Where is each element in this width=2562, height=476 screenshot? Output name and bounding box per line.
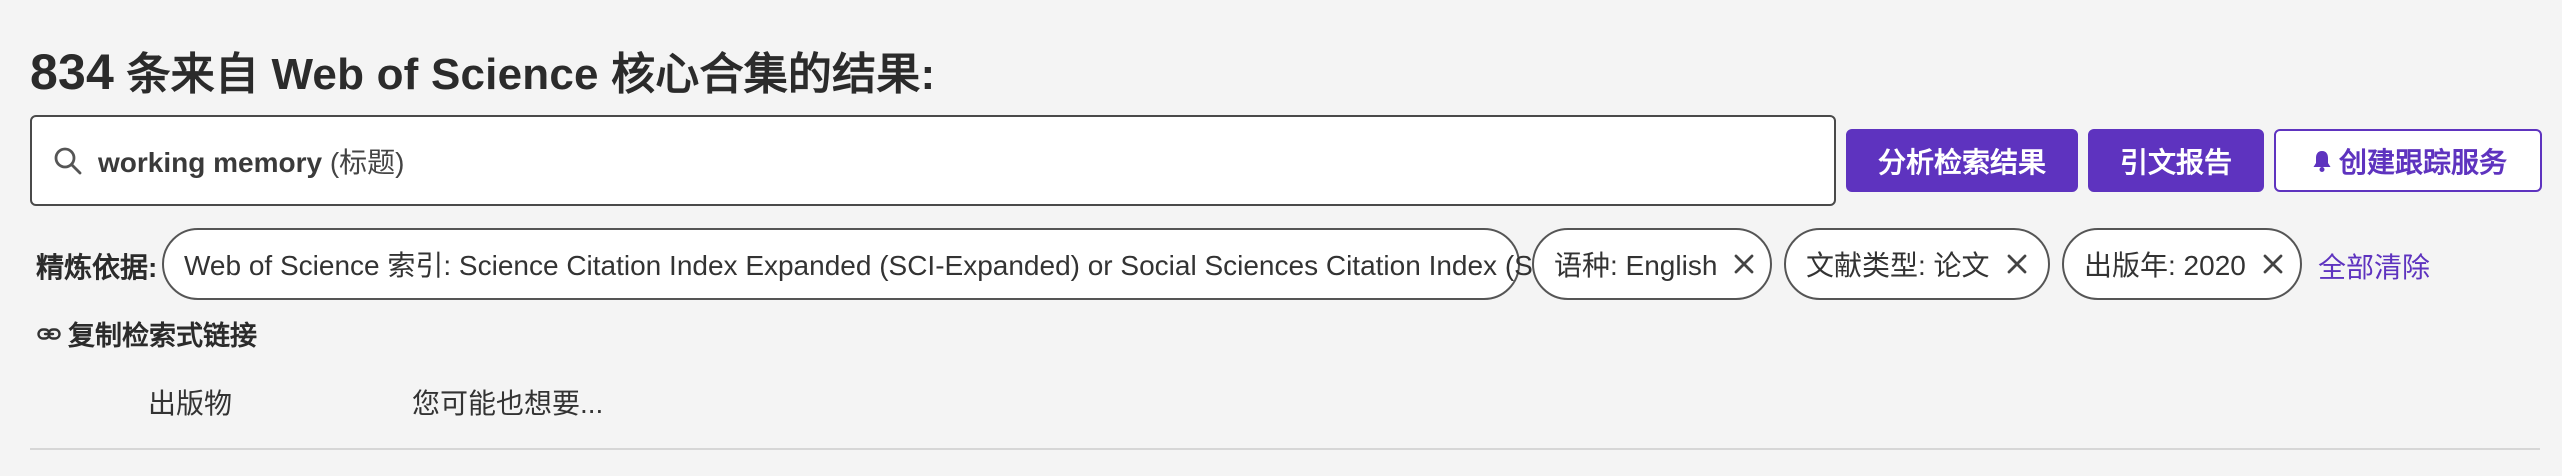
search-term: working memory xyxy=(98,146,323,178)
close-icon[interactable] xyxy=(2004,251,2030,277)
bell-icon xyxy=(2309,148,2335,174)
filter-chip-index[interactable]: Web of Science 索引: Science Citation Inde… xyxy=(162,228,1626,300)
results-page: 834 条来自 Web of Science 核心合集的结果: working … xyxy=(0,0,2562,476)
copy-query-link-label: 复制检索式链接 xyxy=(68,321,257,351)
link-icon xyxy=(36,321,62,347)
close-icon[interactable] xyxy=(1731,251,1757,277)
refine-label: 精炼依据: xyxy=(36,252,158,283)
filter-chip-label: Web of Science 索引: Science Citation Inde… xyxy=(184,250,1589,281)
search-field: (标题) xyxy=(322,146,405,178)
search-query-text: working memory (标题) xyxy=(98,141,405,181)
copy-query-link[interactable]: 复制检索式链接 xyxy=(36,314,257,353)
filter-chip-label: 语种: English xyxy=(1554,250,1718,281)
create-alert-button[interactable]: 创建跟踪服务 xyxy=(2274,129,2542,192)
close-icon[interactable] xyxy=(2260,251,2286,277)
filter-chip-label: 出版年: 2020 xyxy=(2084,250,2246,281)
analyze-results-button[interactable]: 分析检索结果 xyxy=(1846,129,2078,192)
citation-report-label: 引文报告 xyxy=(2119,146,2232,178)
filter-chip-publication-year[interactable]: 出版年: 2020 xyxy=(2062,228,2302,300)
results-title: 834 条来自 Web of Science 核心合集的结果: xyxy=(30,38,935,102)
result-count: 834 xyxy=(30,44,115,100)
search-query-box[interactable]: working memory (标题) xyxy=(30,115,1836,206)
tabs-divider xyxy=(30,448,2540,450)
result-text: 条来自 Web of Science 核心合集的结果: xyxy=(114,50,936,99)
create-alert-label: 创建跟踪服务 xyxy=(2338,146,2507,178)
clear-all-link[interactable]: 全部清除 xyxy=(2318,246,2430,286)
citation-report-button[interactable]: 引文报告 xyxy=(2088,129,2264,192)
tab-you-may-also-like[interactable]: 您可能也想要... xyxy=(412,382,603,422)
tab-publications[interactable]: 出版物 xyxy=(148,382,232,422)
filter-chip-label: 文献类型: 论文 xyxy=(1806,250,1990,281)
analyze-results-label: 分析检索结果 xyxy=(1877,146,2046,178)
filter-chip-language[interactable]: 语种: English xyxy=(1532,228,1772,300)
filter-chip-document-type[interactable]: 文献类型: 论文 xyxy=(1784,228,2050,300)
search-icon xyxy=(50,143,86,179)
